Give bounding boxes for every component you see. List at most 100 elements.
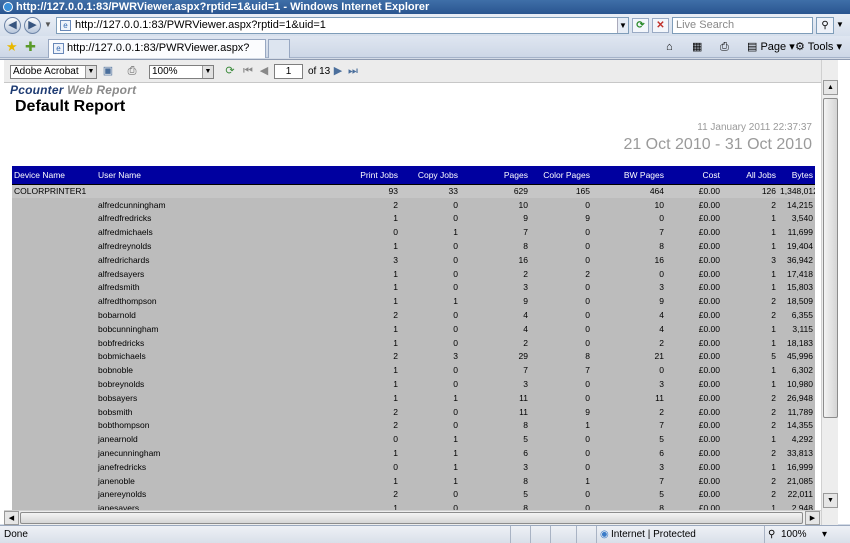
- vertical-scrollbar[interactable]: ▲ ▼: [821, 60, 838, 525]
- table-header-row: Device Name User Name Print Jobs Copy Jo…: [12, 166, 815, 185]
- add-favorites-icon[interactable]: ✚: [25, 40, 36, 53]
- user-name-cell: bobnoble: [96, 363, 266, 378]
- column-header[interactable]: Cost: [666, 166, 722, 185]
- zoom-select[interactable]: 100% ▼: [149, 65, 214, 79]
- horizontal-scrollbar[interactable]: ◀ ▶: [4, 510, 821, 525]
- print-jobs-cell: 2: [266, 404, 400, 419]
- device-name-cell: [12, 239, 96, 253]
- user-name-cell: bobsayers: [96, 390, 266, 405]
- cost-cell: £0.00: [666, 349, 722, 364]
- refresh-report-icon[interactable]: ⟳: [223, 65, 237, 78]
- first-page-icon[interactable]: ⏮: [241, 65, 255, 78]
- table-row: bobsayers 1 1 11 0 11 £0.00 2 26,948: [12, 390, 815, 405]
- recent-pages-dropdown[interactable]: ▼: [44, 20, 52, 29]
- export-format-select[interactable]: Adobe Acrobat ▼: [10, 65, 97, 79]
- address-input[interactable]: e http://127.0.0.1:83/PWRViewer.aspx?rpt…: [56, 17, 629, 34]
- zoom-level-control[interactable]: ⚲ 100%: [764, 526, 818, 543]
- window-title: http://127.0.0.1:83/PWRViewer.aspx?rptid…: [16, 1, 430, 13]
- print-icon[interactable]: ⎙: [720, 41, 729, 54]
- bytes-cell: 3,540: [778, 211, 815, 226]
- column-header[interactable]: Color Pages: [530, 166, 592, 185]
- last-page-icon[interactable]: ⏭: [346, 65, 360, 78]
- feeds-icon[interactable]: ▦: [692, 41, 702, 54]
- table-row: janecunningham 1 1 6 0 6 £0.00 2 33,813: [12, 446, 815, 460]
- pages-cell: 9: [460, 211, 530, 226]
- vertical-scroll-thumb[interactable]: [823, 98, 838, 418]
- device-name-cell: [12, 487, 96, 502]
- forward-button[interactable]: ▶: [24, 17, 41, 34]
- print-jobs-cell: 3: [266, 252, 400, 267]
- scroll-up-button[interactable]: ▲: [823, 80, 838, 95]
- pages-cell: 11: [460, 390, 530, 405]
- all-jobs-cell: 2: [722, 404, 778, 419]
- previous-page-icon[interactable]: ◀: [257, 65, 271, 78]
- all-jobs-cell: 2: [722, 418, 778, 433]
- column-header[interactable]: Copy Jobs: [400, 166, 460, 185]
- search-button[interactable]: ⚲: [816, 17, 834, 34]
- bw-pages-cell: 4: [592, 308, 666, 322]
- column-header[interactable]: All Jobs: [722, 166, 778, 185]
- tab-pwrviewer[interactable]: e http://127.0.0.1:83/PWRViewer.aspx?rpt…: [48, 39, 266, 71]
- page-menu[interactable]: ▤ Page ▾: [747, 41, 795, 54]
- pages-cell: 5: [460, 487, 530, 502]
- search-input[interactable]: Live Search: [672, 17, 813, 34]
- cost-cell: £0.00: [666, 239, 722, 253]
- scroll-down-button[interactable]: ▼: [823, 493, 838, 508]
- column-header[interactable]: Pages: [460, 166, 530, 185]
- table-row: bobnoble 1 0 7 7 0 £0.00 1 6,302: [12, 363, 815, 378]
- search-options-dropdown[interactable]: ▼: [836, 20, 844, 29]
- bw-pages-cell: 2: [592, 404, 666, 419]
- copy-jobs-cell: 0: [400, 211, 460, 226]
- column-header[interactable]: Print Jobs: [266, 166, 400, 185]
- new-tab-button[interactable]: [268, 39, 290, 58]
- column-header[interactable]: Device Name: [12, 166, 96, 185]
- bytes-cell: 1,348,012: [778, 184, 815, 198]
- horizontal-scroll-thumb[interactable]: [20, 512, 803, 524]
- pages-cell: 16: [460, 252, 530, 267]
- address-dropdown-button[interactable]: ▼: [617, 18, 628, 33]
- bw-pages-cell: 3: [592, 280, 666, 295]
- table-row: alfredmichaels 0 1 7 0 7 £0.00 1 11,699: [12, 225, 815, 240]
- cost-cell: £0.00: [666, 487, 722, 502]
- column-header[interactable]: User Name: [96, 166, 266, 185]
- copy-jobs-cell: 0: [400, 308, 460, 322]
- refresh-button[interactable]: ⟳: [632, 18, 649, 33]
- cost-cell: £0.00: [666, 197, 722, 212]
- window-title-bar: http://127.0.0.1:83/PWRViewer.aspx?rptid…: [0, 0, 850, 14]
- home-icon[interactable]: ⌂: [666, 41, 673, 54]
- device-name-cell: [12, 349, 96, 364]
- export-icon[interactable]: ▣: [101, 65, 115, 78]
- next-page-icon[interactable]: ▶: [331, 65, 345, 78]
- security-zone[interactable]: ◉ Internet | Protected Mode: On: [596, 526, 726, 543]
- pages-cell: 5: [460, 432, 530, 447]
- color-pages-cell: 0: [530, 280, 592, 295]
- print-report-icon[interactable]: ⎙: [125, 65, 139, 78]
- copy-jobs-cell: 0: [400, 266, 460, 281]
- address-url: http://127.0.0.1:83/PWRViewer.aspx?rptid…: [75, 19, 326, 31]
- zoom-value: 100%: [152, 66, 178, 77]
- color-pages-cell: 8: [530, 349, 592, 364]
- column-header[interactable]: Bytes: [778, 166, 815, 185]
- scroll-right-button[interactable]: ▶: [805, 511, 820, 525]
- zoom-dropdown[interactable]: ▾: [822, 526, 827, 543]
- back-button[interactable]: ◀: [4, 17, 21, 34]
- all-jobs-cell: 1: [722, 363, 778, 378]
- favorites-star-icon[interactable]: ★: [6, 40, 18, 53]
- device-name-cell: [12, 321, 96, 336]
- page-number-input[interactable]: 1: [274, 64, 303, 79]
- scroll-left-button[interactable]: ◀: [4, 511, 19, 525]
- stop-button[interactable]: ✕: [652, 18, 669, 33]
- pages-cell: 3: [460, 459, 530, 474]
- user-name-cell: alfredfredricks: [96, 211, 266, 226]
- tools-menu-label: Tools: [807, 41, 834, 53]
- tools-menu[interactable]: ⚙ Tools ▾: [795, 41, 842, 54]
- bytes-cell: 17,418: [778, 266, 815, 281]
- bw-pages-cell: 7: [592, 418, 666, 433]
- user-name-cell: alfredthompson: [96, 294, 266, 309]
- pages-cell: 11: [460, 404, 530, 419]
- column-header[interactable]: BW Pages: [592, 166, 666, 185]
- all-jobs-cell: 1: [722, 225, 778, 240]
- all-jobs-cell: 2: [722, 308, 778, 322]
- table-row: janenoble 1 1 8 1 7 £0.00 2 21,085: [12, 473, 815, 488]
- user-name-cell: janearnold: [96, 432, 266, 447]
